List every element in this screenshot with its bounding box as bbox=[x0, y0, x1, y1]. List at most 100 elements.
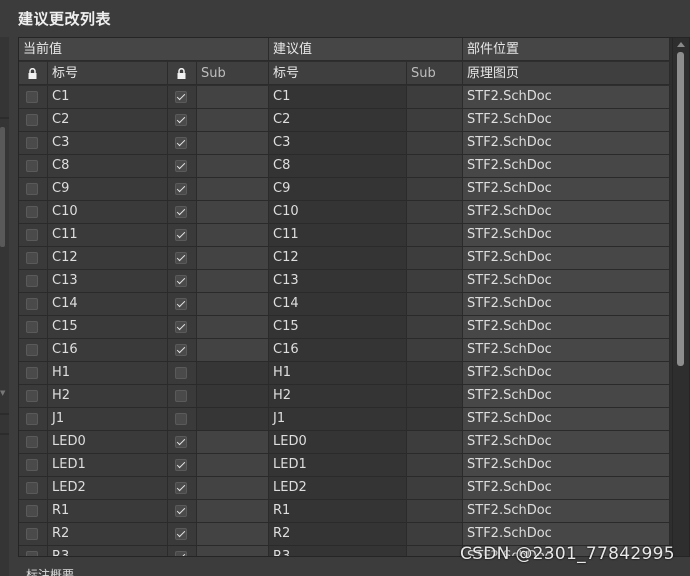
lock-designator-checkbox[interactable] bbox=[26, 229, 38, 241]
lock-designator-cell[interactable] bbox=[19, 155, 48, 177]
table-row[interactable]: C13 C13 STF2.SchDoc bbox=[19, 270, 670, 293]
lock-designator-cell[interactable] bbox=[19, 293, 48, 315]
lock-sub-cell[interactable] bbox=[168, 500, 197, 522]
lock-designator-cell[interactable] bbox=[19, 431, 48, 453]
lock-designator-checkbox[interactable] bbox=[26, 137, 38, 149]
lock-sub-cell[interactable] bbox=[168, 178, 197, 200]
lock-designator-cell[interactable] bbox=[19, 385, 48, 407]
lock-sub-checkbox[interactable] bbox=[175, 459, 187, 471]
table-row[interactable]: C9 C9 STF2.SchDoc bbox=[19, 178, 670, 201]
lock-designator-cell[interactable] bbox=[19, 408, 48, 430]
table-row[interactable]: R2 R2 STF2.SchDoc bbox=[19, 523, 670, 546]
lock-sub-cell[interactable] bbox=[168, 270, 197, 292]
lock-designator-cell[interactable] bbox=[19, 316, 48, 338]
table-row[interactable]: C10 C10 STF2.SchDoc bbox=[19, 201, 670, 224]
lock-designator-cell[interactable] bbox=[19, 454, 48, 476]
scroll-up-icon[interactable] bbox=[677, 42, 685, 47]
table-row[interactable]: C12 C12 STF2.SchDoc bbox=[19, 247, 670, 270]
lock-designator-checkbox[interactable] bbox=[26, 160, 38, 172]
lock-designator-cell[interactable] bbox=[19, 339, 48, 361]
lock-sub-cell[interactable] bbox=[168, 155, 197, 177]
column-header-designator-current[interactable]: 标号 bbox=[48, 62, 168, 85]
lock-sub-checkbox[interactable] bbox=[175, 413, 187, 425]
lock-sub-cell[interactable] bbox=[168, 523, 197, 545]
lock-sub-checkbox[interactable] bbox=[175, 528, 187, 540]
lock-sub-cell[interactable] bbox=[168, 132, 197, 154]
left-scrollbar[interactable] bbox=[0, 127, 5, 247]
lock-designator-cell[interactable] bbox=[19, 500, 48, 522]
lock-designator-checkbox[interactable] bbox=[26, 252, 38, 264]
lock-designator-checkbox[interactable] bbox=[26, 114, 38, 126]
table-row[interactable]: H2 H2 STF2.SchDoc bbox=[19, 385, 670, 408]
lock-sub-cell[interactable] bbox=[168, 385, 197, 407]
lock-designator-cell[interactable] bbox=[19, 109, 48, 131]
lock-designator-checkbox[interactable] bbox=[26, 298, 38, 310]
lock-sub-checkbox[interactable] bbox=[175, 344, 187, 356]
column-header-lock-sub[interactable] bbox=[168, 62, 197, 85]
lock-sub-checkbox[interactable] bbox=[175, 229, 187, 241]
lock-designator-checkbox[interactable] bbox=[26, 551, 38, 556]
lock-sub-cell[interactable] bbox=[168, 408, 197, 430]
lock-sub-cell[interactable] bbox=[168, 224, 197, 246]
lock-designator-checkbox[interactable] bbox=[26, 321, 38, 333]
lock-sub-checkbox[interactable] bbox=[175, 551, 187, 556]
lock-designator-checkbox[interactable] bbox=[26, 344, 38, 356]
lock-designator-cell[interactable] bbox=[19, 477, 48, 499]
lock-designator-cell[interactable] bbox=[19, 132, 48, 154]
lock-sub-cell[interactable] bbox=[168, 247, 197, 269]
lock-sub-checkbox[interactable] bbox=[175, 505, 187, 517]
lock-designator-checkbox[interactable] bbox=[26, 367, 38, 379]
lock-designator-cell[interactable] bbox=[19, 201, 48, 223]
lock-sub-cell[interactable] bbox=[168, 201, 197, 223]
lock-designator-cell[interactable] bbox=[19, 523, 48, 545]
lock-designator-checkbox[interactable] bbox=[26, 505, 38, 517]
table-row[interactable]: LED2 LED2 STF2.SchDoc bbox=[19, 477, 670, 500]
lock-designator-checkbox[interactable] bbox=[26, 91, 38, 103]
lock-designator-cell[interactable] bbox=[19, 362, 48, 384]
table-row[interactable]: LED0 LED0 STF2.SchDoc bbox=[19, 431, 670, 454]
table-row[interactable]: C1 C1 STF2.SchDoc bbox=[19, 86, 670, 109]
lock-sub-cell[interactable] bbox=[168, 109, 197, 131]
lock-sub-checkbox[interactable] bbox=[175, 183, 187, 195]
lock-sub-checkbox[interactable] bbox=[175, 482, 187, 494]
lock-sub-cell[interactable] bbox=[168, 431, 197, 453]
lock-designator-checkbox[interactable] bbox=[26, 459, 38, 471]
lock-sub-cell[interactable] bbox=[168, 362, 197, 384]
table-row[interactable]: C15 C15 STF2.SchDoc bbox=[19, 316, 670, 339]
scrollbar-thumb[interactable] bbox=[677, 52, 684, 366]
lock-sub-cell[interactable] bbox=[168, 316, 197, 338]
lock-designator-cell[interactable] bbox=[19, 224, 48, 246]
vertical-scrollbar[interactable] bbox=[672, 38, 689, 556]
lock-designator-checkbox[interactable] bbox=[26, 436, 38, 448]
lock-designator-checkbox[interactable] bbox=[26, 528, 38, 540]
lock-sub-checkbox[interactable] bbox=[175, 321, 187, 333]
lock-sub-cell[interactable] bbox=[168, 293, 197, 315]
table-row[interactable]: C16 C16 STF2.SchDoc bbox=[19, 339, 670, 362]
lock-designator-checkbox[interactable] bbox=[26, 275, 38, 287]
lock-sub-cell[interactable] bbox=[168, 454, 197, 476]
scroll-down-icon[interactable]: ▼ bbox=[0, 389, 5, 397]
column-header-schematic-sheet[interactable]: 原理图页 bbox=[463, 62, 670, 85]
lock-sub-cell[interactable] bbox=[168, 546, 197, 556]
table-row[interactable]: C2 C2 STF2.SchDoc bbox=[19, 109, 670, 132]
lock-designator-checkbox[interactable] bbox=[26, 390, 38, 402]
lock-designator-cell[interactable] bbox=[19, 178, 48, 200]
lock-sub-cell[interactable] bbox=[168, 477, 197, 499]
lock-sub-checkbox[interactable] bbox=[175, 114, 187, 126]
lock-sub-checkbox[interactable] bbox=[175, 160, 187, 172]
column-header-sub-current[interactable]: Sub bbox=[197, 62, 269, 85]
table-row[interactable]: J1 J1 STF2.SchDoc bbox=[19, 408, 670, 431]
lock-designator-checkbox[interactable] bbox=[26, 183, 38, 195]
lock-designator-cell[interactable] bbox=[19, 247, 48, 269]
table-row[interactable]: H1 H1 STF2.SchDoc bbox=[19, 362, 670, 385]
lock-sub-checkbox[interactable] bbox=[175, 298, 187, 310]
lock-designator-checkbox[interactable] bbox=[26, 206, 38, 218]
table-row[interactable]: C14 C14 STF2.SchDoc bbox=[19, 293, 670, 316]
table-row[interactable]: C11 C11 STF2.SchDoc bbox=[19, 224, 670, 247]
table-row[interactable]: C3 C3 STF2.SchDoc bbox=[19, 132, 670, 155]
lock-sub-checkbox[interactable] bbox=[175, 91, 187, 103]
lock-sub-checkbox[interactable] bbox=[175, 390, 187, 402]
lock-sub-checkbox[interactable] bbox=[175, 367, 187, 379]
lock-sub-checkbox[interactable] bbox=[175, 206, 187, 218]
lock-sub-checkbox[interactable] bbox=[175, 252, 187, 264]
